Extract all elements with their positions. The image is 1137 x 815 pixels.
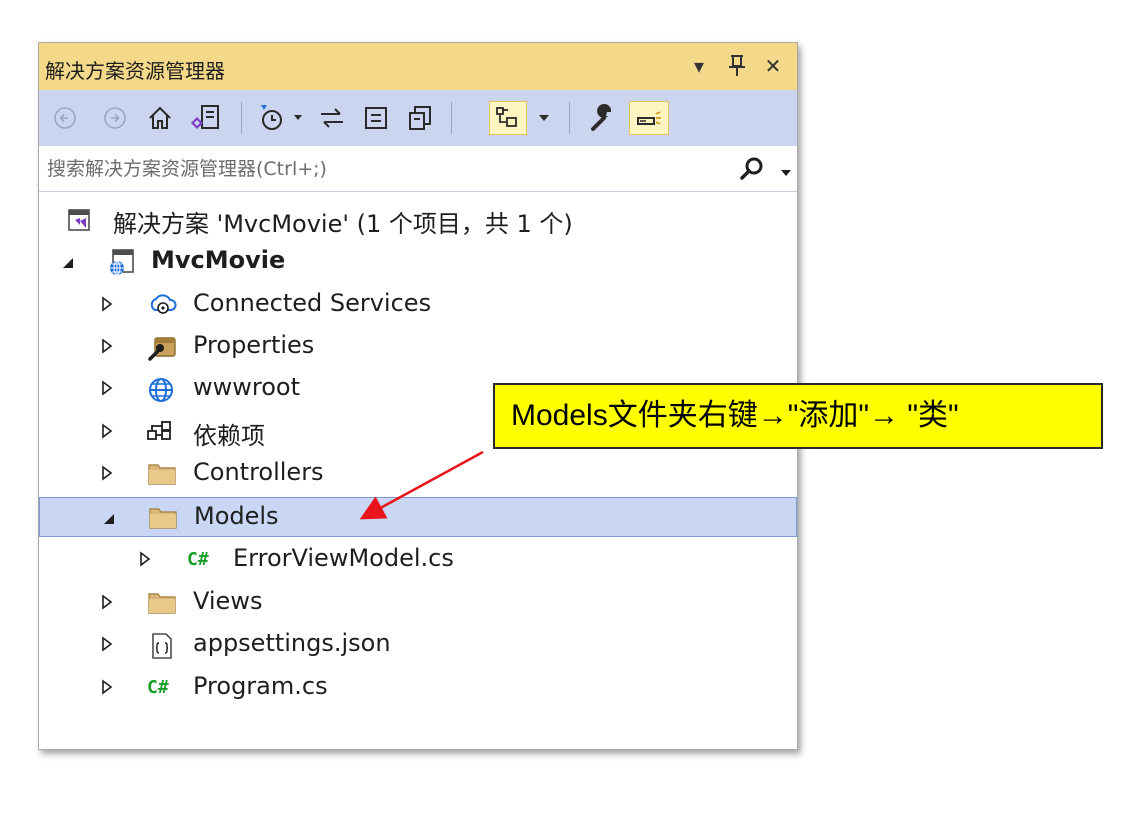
search-icon[interactable]	[738, 155, 766, 187]
properties-wrench-icon	[147, 334, 177, 366]
panel-title: 解决方案资源管理器	[45, 59, 225, 83]
preview-selected-items-icon[interactable]	[489, 101, 527, 135]
close-icon[interactable]: ✕	[759, 51, 787, 81]
json-file-icon	[149, 632, 175, 664]
annotation-callout: Models文件夹右键→"添加"→ "类"	[493, 383, 1103, 449]
tree-item-errorviewmodel[interactable]: C# ErrorViewModel.cs	[39, 539, 797, 579]
tree-item-label: Models	[194, 502, 279, 530]
dependencies-icon	[145, 419, 175, 449]
tree-item-label: Properties	[193, 331, 315, 359]
tree-item-views[interactable]: Views	[39, 582, 797, 622]
pin-icon[interactable]	[723, 51, 751, 81]
expanded-arrow-icon[interactable]	[61, 255, 75, 274]
tree-item-label: wwwroot	[193, 373, 301, 401]
collapsed-arrow-icon[interactable]	[139, 551, 151, 571]
project-label: MvcMovie	[151, 246, 286, 274]
csharp-file-icon: C#	[187, 549, 209, 570]
tree-item-models[interactable]: Models	[39, 497, 797, 537]
collapsed-arrow-icon[interactable]	[101, 296, 113, 316]
folder-icon	[147, 590, 177, 620]
web-project-icon	[107, 247, 137, 281]
forward-icon[interactable]	[99, 101, 131, 135]
tree-item-controllers[interactable]: Controllers	[39, 453, 797, 493]
preview-icon[interactable]	[629, 101, 669, 135]
toolbar-separator	[569, 102, 570, 134]
expanded-arrow-icon[interactable]	[102, 511, 116, 530]
csharp-file-icon: C#	[147, 677, 169, 698]
sync-icon[interactable]	[315, 101, 349, 135]
collapse-all-icon[interactable]	[359, 101, 393, 135]
filter-dropdown-icon[interactable]	[291, 101, 305, 135]
tree-item-appsettings[interactable]: appsettings.json	[39, 624, 797, 664]
collapsed-arrow-icon[interactable]	[101, 338, 113, 358]
search-options-dropdown-icon[interactable]	[780, 163, 792, 182]
tree-item-label: Program.cs	[193, 672, 328, 700]
tree-item-label: 依赖项	[193, 422, 265, 450]
properties-icon[interactable]	[585, 101, 621, 135]
panel-titlebar: 解决方案资源管理器 ▾ ✕	[39, 43, 797, 90]
solution-label: 解决方案 'MvcMovie' (1 个项目，共 1 个)	[113, 210, 573, 238]
folder-icon	[147, 461, 177, 491]
toolbar-separator	[241, 102, 242, 134]
tree-item-label: appsettings.json	[193, 629, 391, 657]
panel-toolbar	[39, 90, 797, 146]
tree-item-program[interactable]: C# Program.cs	[39, 667, 797, 707]
toolbar-separator	[451, 102, 452, 134]
tree-item-label: ErrorViewModel.cs	[233, 544, 454, 572]
switch-views-icon[interactable]	[185, 101, 225, 135]
tree-item-label: Controllers	[193, 458, 324, 486]
solution-icon	[67, 208, 91, 236]
tree-item-properties[interactable]: Properties	[39, 326, 797, 366]
tree-solution-row[interactable]: 解决方案 'MvcMovie' (1 个项目，共 1 个)	[39, 199, 797, 239]
folder-icon	[148, 505, 178, 535]
window-position-dropdown-icon[interactable]: ▾	[685, 51, 713, 81]
preview-dropdown-icon[interactable]	[533, 101, 555, 135]
cloud-services-icon	[147, 292, 177, 322]
pending-changes-filter-icon[interactable]	[253, 101, 289, 135]
globe-icon	[147, 376, 175, 408]
collapsed-arrow-icon[interactable]	[101, 380, 113, 400]
collapsed-arrow-icon[interactable]	[101, 465, 113, 485]
search-bar	[39, 146, 797, 192]
home-icon[interactable]	[143, 101, 177, 135]
tree-item-connected-services[interactable]: Connected Services	[39, 284, 797, 324]
tree-project-row[interactable]: MvcMovie	[39, 241, 797, 281]
show-all-files-icon[interactable]	[403, 101, 437, 135]
tree-item-label: Views	[193, 587, 263, 615]
back-icon[interactable]	[49, 101, 81, 135]
search-input[interactable]	[47, 154, 727, 184]
collapsed-arrow-icon[interactable]	[101, 679, 113, 699]
collapsed-arrow-icon[interactable]	[101, 423, 113, 443]
collapsed-arrow-icon[interactable]	[101, 594, 113, 614]
tree-item-label: Connected Services	[193, 289, 432, 317]
collapsed-arrow-icon[interactable]	[101, 636, 113, 656]
